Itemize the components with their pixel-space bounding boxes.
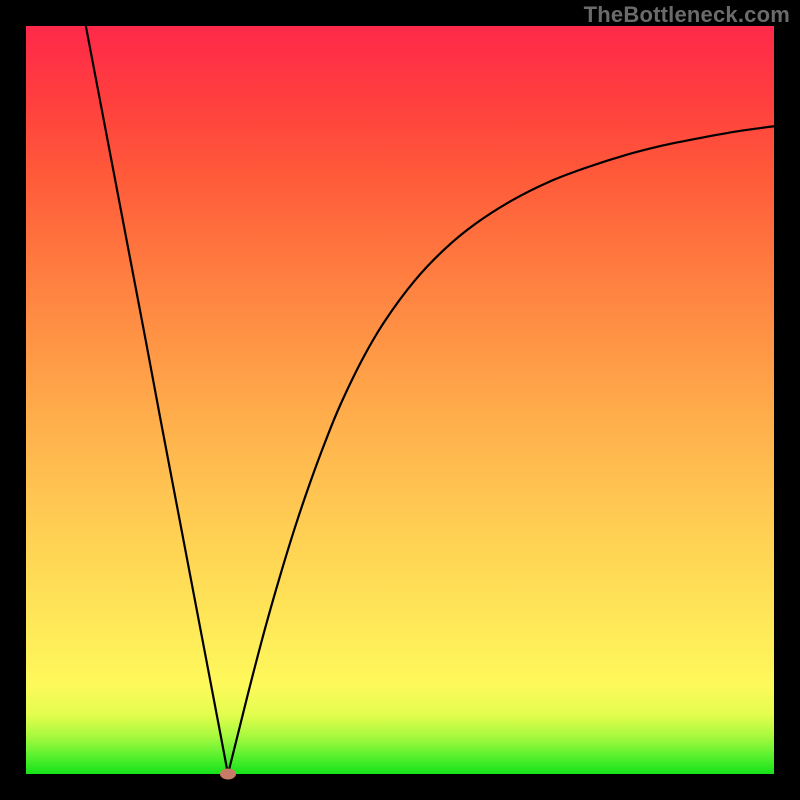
- plot-area: [26, 26, 774, 774]
- curve-left-branch: [86, 26, 228, 774]
- chart-svg: [26, 26, 774, 774]
- curve-right-branch: [228, 126, 774, 774]
- chart-frame: TheBottleneck.com: [0, 0, 800, 800]
- minimum-marker: [220, 769, 236, 780]
- watermark-text: TheBottleneck.com: [584, 2, 790, 28]
